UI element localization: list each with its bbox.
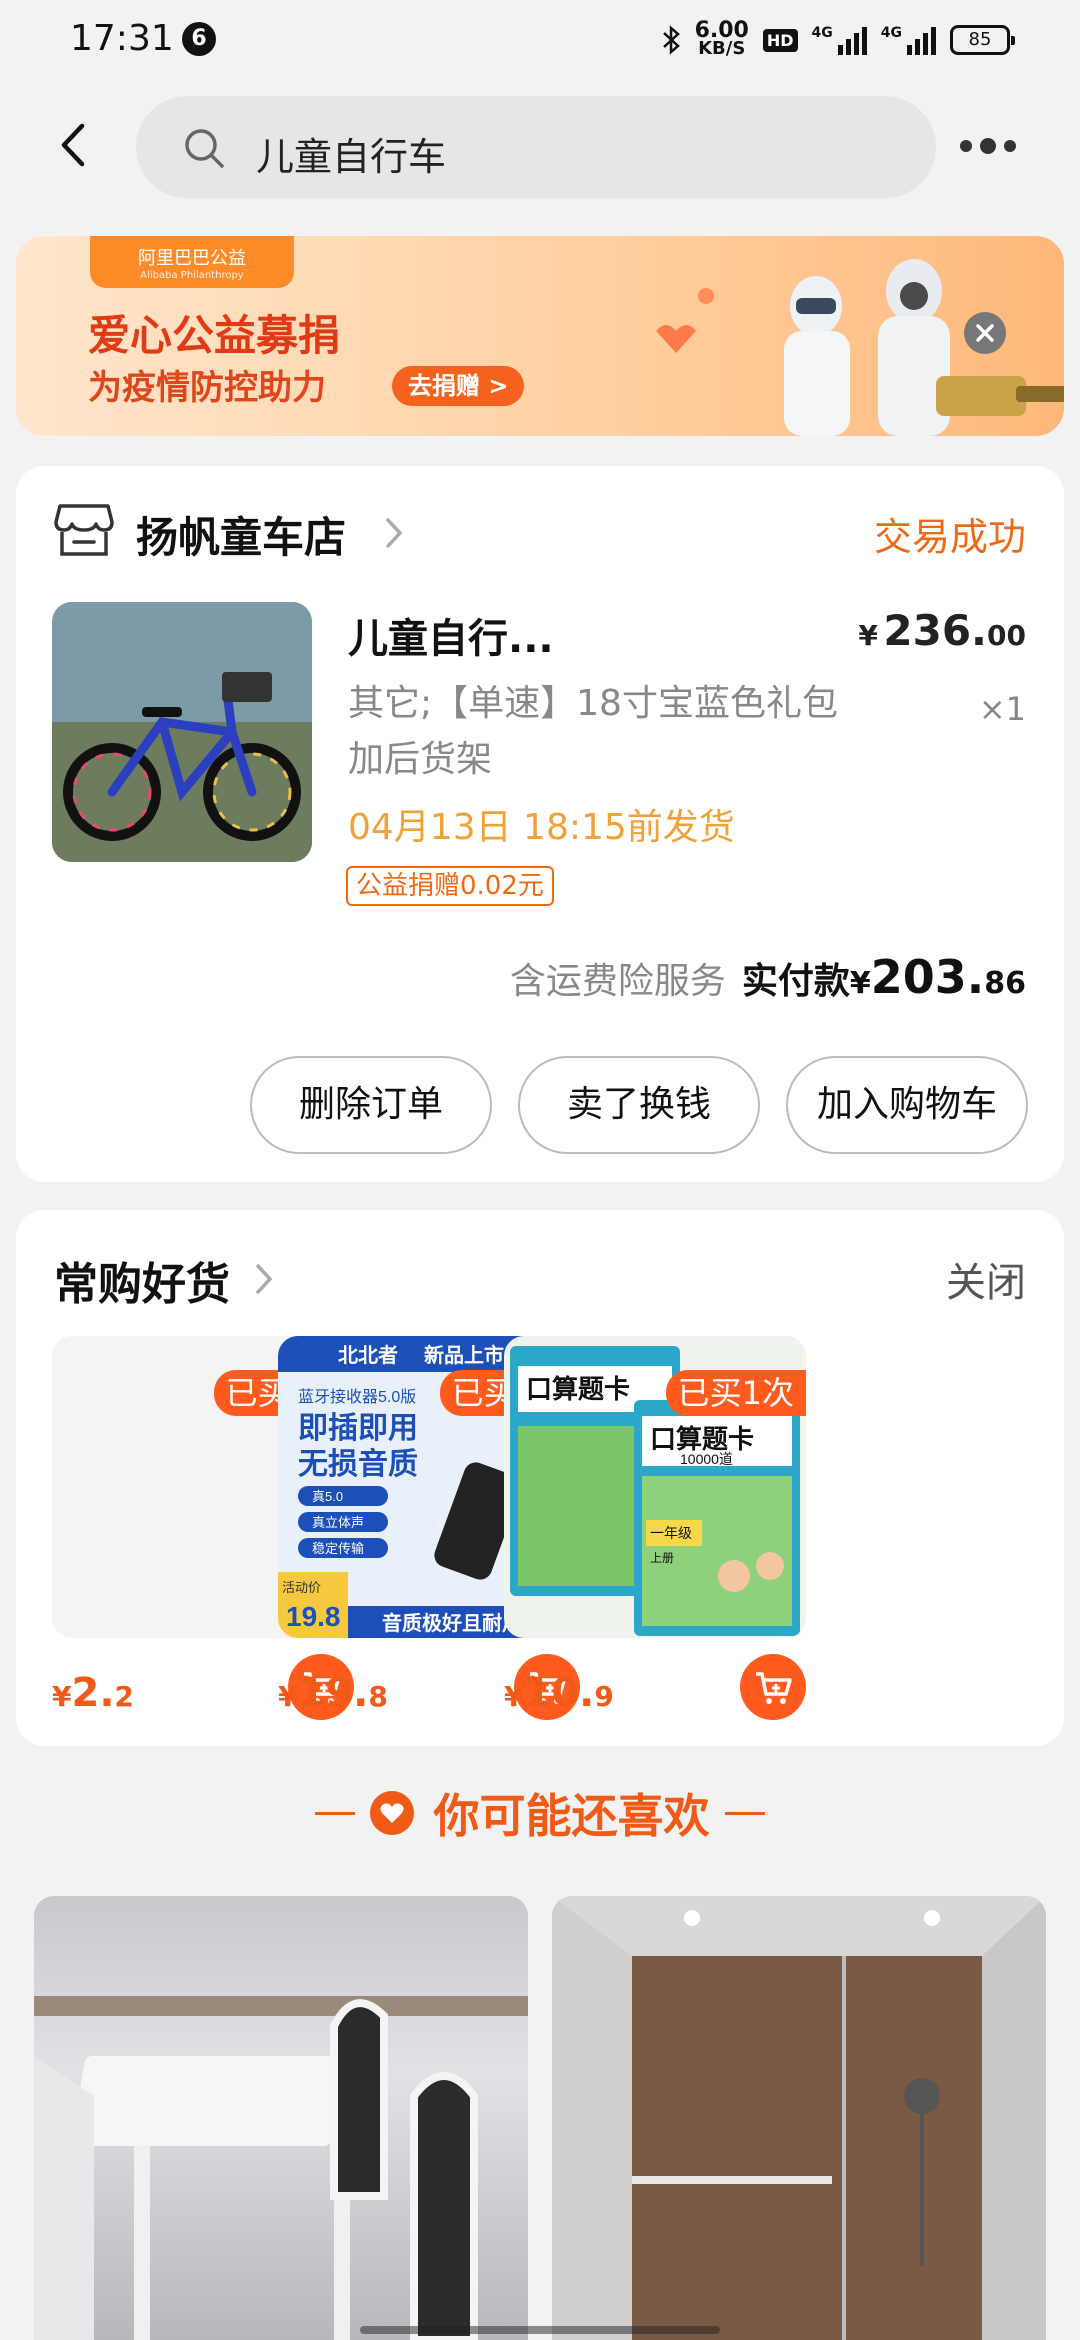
signal-icon-2: 4G [881, 25, 936, 55]
status-bar: 17:31 6 6.00 KB/S HD 4G 4G 85 [0, 0, 1080, 80]
frequent-item[interactable]: 口算题卡 口算题卡 10000道 一年级 上册 已买1次 ¥10.9 [504, 1336, 806, 1720]
charity-banner[interactable]: 阿里巴巴公益 Alibaba Philanthropy 爱心公益募捐 为疫情防控… [16, 236, 1064, 436]
chevron-left-icon [61, 123, 85, 167]
ship-time: 04月13日 18:15前发货 [348, 807, 735, 848]
donation-tag: 公益捐赠0.02元 [346, 866, 554, 906]
top-nav: 儿童自行车 [0, 90, 1080, 200]
thumb2-promo-price: 19.8 [286, 1601, 341, 1632]
close-icon [976, 324, 994, 342]
thumb2-feature-1: 真5.0 [312, 1489, 343, 1504]
thumb2-promo-label: 活动价 [282, 1580, 321, 1595]
product-thumbnail[interactable]: 口算题卡 口算题卡 10000道 一年级 上册 已买1次 [504, 1336, 806, 1638]
back-button[interactable] [50, 120, 100, 170]
add-to-cart-button[interactable] [740, 1654, 806, 1720]
hd-icon: HD [762, 28, 798, 52]
thumb3-grade: 一年级 [650, 1525, 692, 1541]
thumb2-header-right: 新品上市 [424, 1343, 504, 1367]
thumb2-footer: 音质极好且耐用 [382, 1611, 522, 1635]
delete-order-button[interactable]: 删除订单 [250, 1056, 492, 1154]
chevron-right-icon[interactable] [382, 516, 406, 550]
bathroom-image [552, 1896, 1046, 2340]
cart-icon [756, 1672, 792, 1704]
status-time: 17:31 [70, 18, 174, 59]
paid-label: 实付款 [741, 961, 850, 1002]
thumb3-book-sub: 10000道 [680, 1451, 733, 1467]
sell-item-button[interactable]: 卖了换钱 [518, 1056, 760, 1154]
item-price: ¥2.2 [52, 1670, 134, 1716]
thumb3-book-title: 口算题卡 [650, 1424, 754, 1454]
store-name[interactable]: 扬帆童车店 [136, 504, 346, 565]
dining-table-image [34, 1996, 528, 2340]
heart-icon [370, 1791, 415, 1835]
product-title[interactable]: 儿童自行... [348, 606, 554, 664]
thumb2-header-left: 北北者 [338, 1343, 398, 1367]
paid-amount: ¥203.86 [849, 950, 1026, 1004]
product-quantity: ×1 [978, 690, 1026, 728]
frequent-buys-card: 常购好货 关闭 已买1次 ¥2.2 北北者 新品上市 蓝牙接收器5.0版 即插即… [16, 1210, 1064, 1746]
bought-count-badge: 已买1次 [665, 1370, 806, 1416]
signal-icon: 4G [812, 25, 867, 55]
thumb2-feature-3: 稳定传输 [312, 1541, 364, 1556]
banner-close-button[interactable] [964, 312, 1006, 354]
banner-subtitle: 为疫情防控助力 [88, 368, 326, 408]
chevron-right-icon[interactable] [252, 1262, 276, 1296]
search-input[interactable]: 儿童自行车 [136, 96, 936, 198]
thumb2-line2: 即插即用 [298, 1412, 418, 1445]
home-indicator[interactable] [360, 2326, 720, 2334]
recommend-header: 你可能还喜欢 [0, 1780, 1080, 1850]
thumb2-feature-2: 真立体声 [312, 1515, 364, 1530]
product-sku: 其它;【单速】18寸宝蓝色礼包加后货架 [348, 683, 838, 780]
more-options-button[interactable] [960, 126, 1030, 166]
bluetooth-icon [662, 25, 680, 55]
payment-summary: 含运费险服务 实付款 ¥203.86 [510, 950, 1026, 1004]
item-price: ¥10.9 [504, 1670, 614, 1716]
shipping-insurance-note: 含运费险服务 [509, 961, 726, 1002]
recommend-title: 你可能还喜欢 [433, 1789, 710, 1843]
battery-icon: 85 [950, 25, 1015, 55]
store-icon [54, 504, 114, 556]
close-frequent-button[interactable]: 关闭 [946, 1250, 1026, 1308]
bicycle-image [52, 602, 312, 862]
order-card: 扬帆童车店 交易成功 儿童自行... ¥ 236.00 其它;【单速】18寸宝蓝… [16, 466, 1064, 1182]
status-icons: 6.00 KB/S HD 4G 4G 85 [661, 18, 1015, 60]
thumb2-line1: 蓝牙接收器5.0版 [298, 1388, 416, 1406]
recommend-item[interactable] [34, 1896, 528, 2340]
thumb3-term: 上册 [650, 1551, 674, 1565]
thumb3-book-title-back: 口算题卡 [526, 1374, 630, 1404]
notification-badge: 6 [182, 22, 216, 56]
donate-button[interactable]: 去捐赠 > [392, 366, 525, 406]
product-image[interactable] [52, 602, 312, 862]
alibaba-charity-logo: 阿里巴巴公益 Alibaba Philanthropy [90, 236, 294, 288]
item-price: ¥19.8 [278, 1670, 388, 1716]
search-icon [185, 129, 224, 168]
search-query: 儿童自行车 [256, 135, 447, 179]
add-to-cart-button[interactable]: 加入购物车 [786, 1056, 1028, 1154]
net-speed: 6.00 KB/S [694, 18, 749, 59]
thumb2-line3: 无损音质 [298, 1448, 418, 1481]
product-price: ¥ 236.00 [858, 606, 1026, 655]
frequent-buys-title[interactable]: 常购好货 [54, 1248, 230, 1312]
recommend-item[interactable] [552, 1896, 1046, 2340]
order-status: 交易成功 [873, 515, 1026, 559]
banner-title: 爱心公益募捐 [88, 311, 341, 360]
